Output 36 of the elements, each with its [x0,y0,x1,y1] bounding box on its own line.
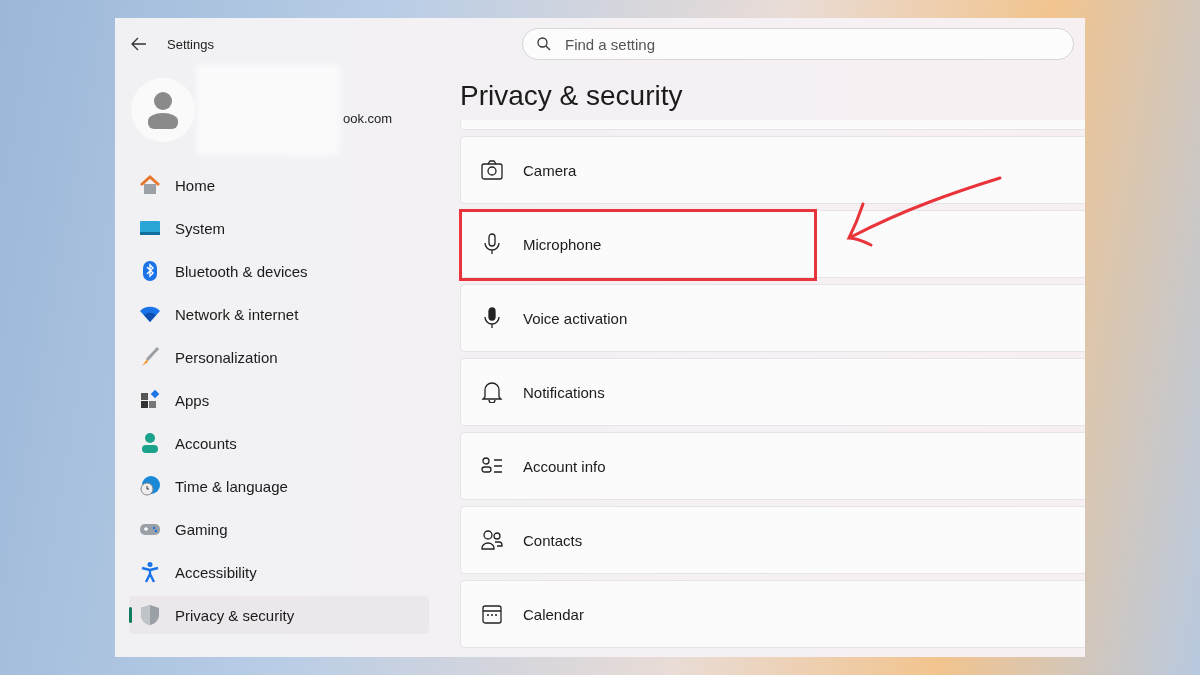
accessibility-icon [139,561,161,583]
sidebar-item[interactable]: Accessibility [129,553,429,591]
shield-icon [139,604,161,626]
people-icon [481,529,503,551]
microphone-icon [481,307,503,329]
sidebar-item[interactable]: Home [129,166,429,204]
settings-card[interactable]: Account info [460,432,1085,500]
sidebar-item[interactable]: Bluetooth & devices [129,252,429,290]
sidebar-item[interactable]: Gaming [129,510,429,548]
sidebar-item[interactable]: Network & internet [129,295,429,333]
camera-icon [481,159,503,181]
settings-card[interactable]: Voice activation [460,284,1085,352]
settings-card[interactable]: Camera [460,136,1085,204]
settings-card[interactable]: Notifications [460,358,1085,426]
globe-clock-icon [139,475,161,497]
paintbrush-icon [139,346,161,368]
settings-card[interactable]: Microphone [460,210,1085,278]
sidebar-item[interactable]: Apps [129,381,429,419]
home-icon [139,174,161,196]
microphone-icon [481,233,503,255]
back-arrow-icon[interactable] [131,37,147,51]
sidebar-item[interactable]: Time & language [129,467,429,505]
search-field[interactable]: Find a setting [522,28,1074,60]
person-icon [139,432,161,454]
calendar-icon [481,603,503,625]
settings-card[interactable]: Contacts [460,506,1085,574]
sidebar-item[interactable]: Accounts [129,424,429,462]
apps-icon [139,389,161,411]
sidebar-item[interactable]: Privacy & security [129,596,429,634]
page-title: Privacy & security [460,80,684,112]
bell-icon [481,381,503,403]
sidebar-item[interactable]: Personalization [129,338,429,376]
settings-card[interactable]: Calendar [460,580,1085,648]
account-email: ook.com [343,110,393,126]
window-title: Settings [167,36,214,52]
sidebar-item[interactable]: System [129,209,429,247]
